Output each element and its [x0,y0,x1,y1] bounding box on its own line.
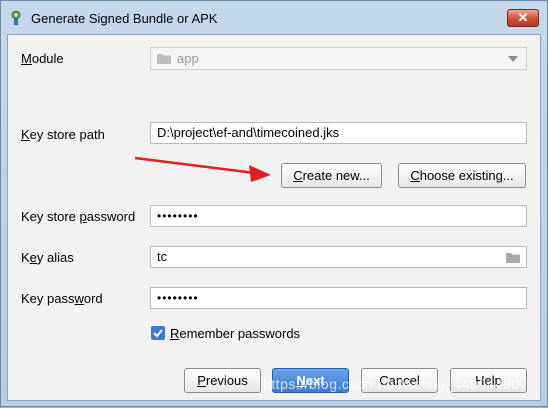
dialog-window: Generate Signed Bundle or APK ✕ Module a… [0,0,548,407]
annotation-arrow-icon [134,156,271,182]
watermark-text: https://blog.csdn.net/weixin_44904490 [263,376,520,392]
